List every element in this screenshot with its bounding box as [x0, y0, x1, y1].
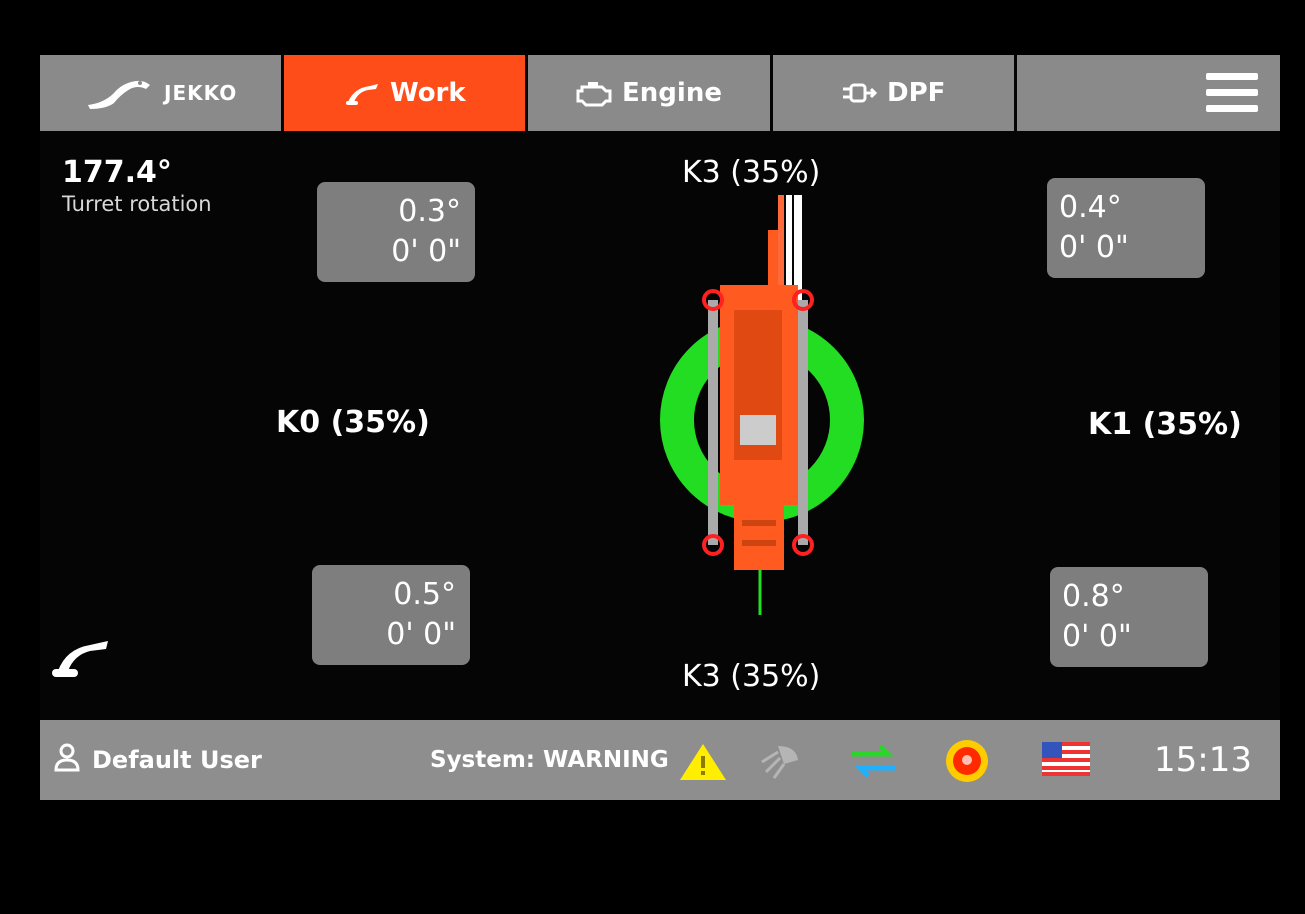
tab-dpf[interactable]: DPF: [772, 55, 1014, 131]
jekko-logo-icon: [84, 75, 154, 111]
tab-work[interactable]: Work: [284, 55, 526, 131]
data-transfer-icon[interactable]: [848, 742, 900, 780]
menu-icon: [1206, 71, 1259, 115]
warning-icon[interactable]: [678, 742, 728, 782]
tab-engine[interactable]: Engine: [528, 55, 770, 131]
rear-right-distance: 0' 0": [1062, 619, 1132, 654]
crane-mode-icon[interactable]: [50, 635, 114, 681]
user-name: Default User: [92, 746, 262, 774]
track-base: [734, 500, 784, 570]
machine-top-view: [660, 195, 864, 615]
system-status-text: System: WARNING: [430, 747, 669, 773]
status-bar: Default User System: WARNING 15:13: [40, 720, 1280, 800]
user-button[interactable]: Default User: [54, 742, 262, 778]
turret-rotation-label: Turret rotation: [62, 192, 212, 216]
emergency-stop-icon[interactable]: [944, 738, 990, 784]
crane-icon: [344, 80, 380, 106]
outrigger-bottom-label: K3 (35%): [682, 659, 821, 694]
tab-dpf-label: DPF: [887, 78, 946, 108]
dpf-icon: [841, 79, 877, 107]
work-light-icon[interactable]: [758, 742, 802, 780]
outrigger-top-label: K3 (35%): [682, 155, 821, 190]
front-left-angle: 0.3°: [398, 194, 461, 229]
front-right-readout: 0.4° 0' 0": [1047, 178, 1205, 278]
outrigger-right-label: K1 (35%): [1088, 407, 1242, 442]
tab-bar: JEKKO Work Engine DPF: [40, 55, 1280, 131]
display-screen: JEKKO Work Engine DPF 177.4° Turret rota…: [40, 55, 1280, 800]
outrigger-left-label: K0 (35%): [276, 405, 430, 440]
outrigger-leg-left: [708, 300, 718, 545]
front-left-distance: 0' 0": [391, 234, 461, 269]
front-left-readout: 0.3° 0' 0": [317, 182, 475, 282]
rear-left-distance: 0' 0": [386, 617, 456, 652]
tab-home-logo[interactable]: JEKKO: [40, 55, 282, 131]
front-right-angle: 0.4°: [1059, 190, 1122, 225]
system-status: System: WARNING: [430, 720, 669, 800]
rear-right-readout: 0.8° 0' 0": [1050, 567, 1208, 667]
turret-rotation-readout: 177.4° Turret rotation: [62, 155, 212, 216]
us-flag-icon[interactable]: [1042, 742, 1090, 776]
user-icon: [54, 742, 80, 778]
logo-label: JEKKO: [164, 81, 238, 105]
rear-right-angle: 0.8°: [1062, 579, 1125, 614]
front-right-distance: 0' 0": [1059, 230, 1129, 265]
rear-left-readout: 0.5° 0' 0": [312, 565, 470, 665]
tab-engine-label: Engine: [622, 78, 722, 108]
outrigger-leg-right: [798, 300, 808, 545]
tab-work-label: Work: [389, 78, 466, 108]
turret-rotation-value: 177.4°: [62, 155, 172, 190]
menu-button[interactable]: [1016, 55, 1280, 131]
engine-icon: [576, 79, 612, 107]
rear-left-angle: 0.5°: [393, 577, 456, 612]
clock: 15:13: [1154, 740, 1252, 780]
